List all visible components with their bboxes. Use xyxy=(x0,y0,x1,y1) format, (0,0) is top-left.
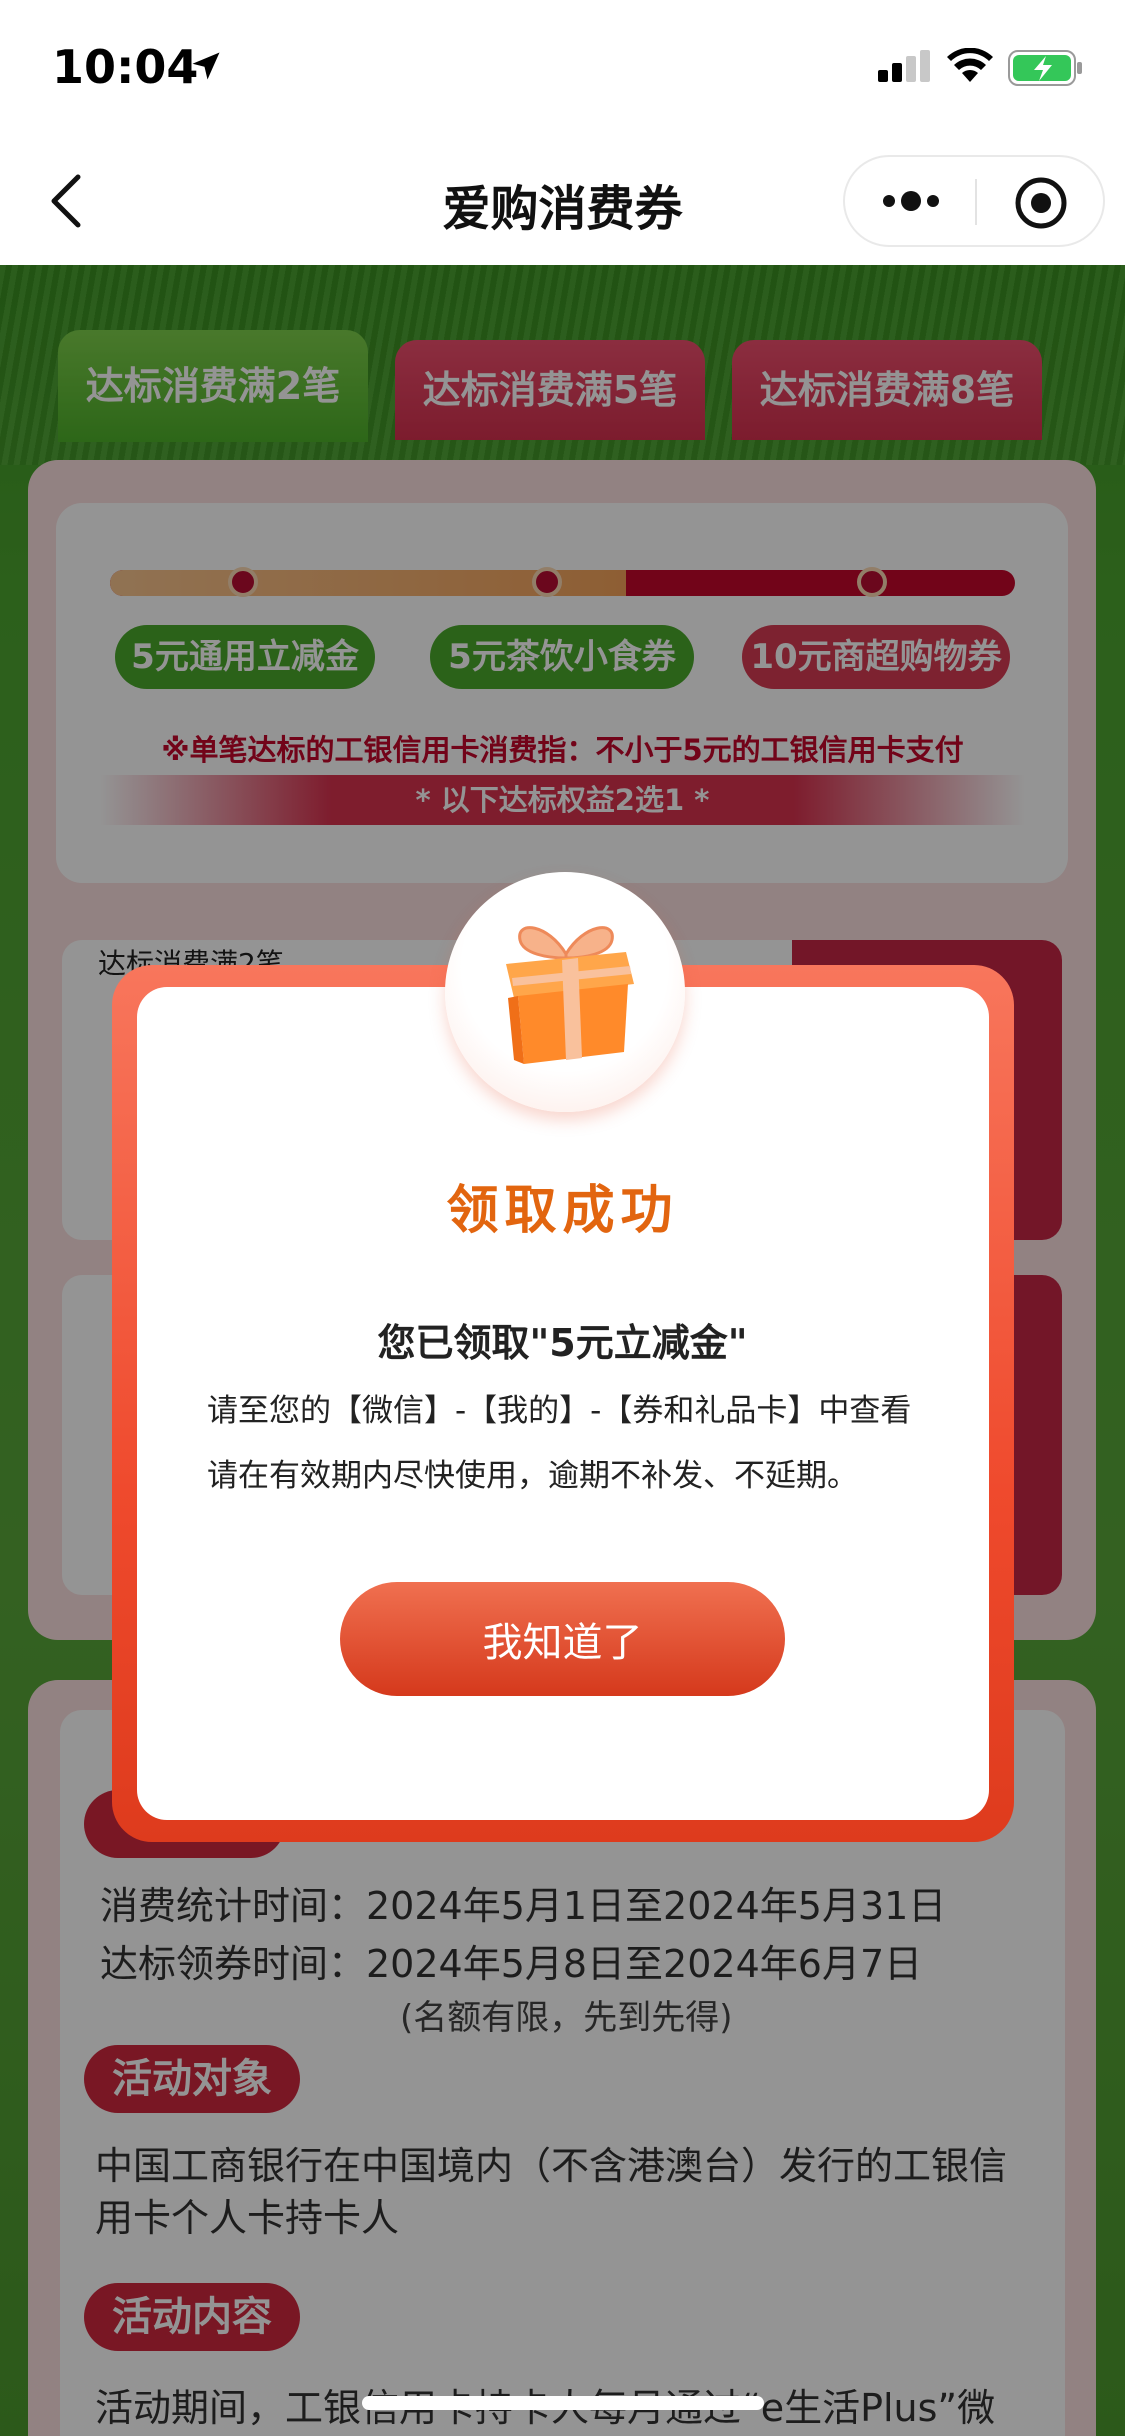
wifi-icon xyxy=(947,48,993,82)
mini-program-capsule xyxy=(843,155,1105,247)
cellular-signal-icon xyxy=(878,50,930,82)
capsule-divider xyxy=(975,179,977,225)
status-time: 10:04 xyxy=(52,40,199,94)
home-indicator[interactable] xyxy=(362,2396,764,2410)
claimed-message: 您已领取"5元立减金" xyxy=(377,1321,748,1365)
location-arrow-icon xyxy=(192,52,220,80)
modal-title: 领取成功 xyxy=(446,1181,679,1241)
battery-charging-icon xyxy=(1008,50,1082,86)
close-target-icon[interactable] xyxy=(1013,175,1069,231)
navigation-bar: 爱购消费券 xyxy=(0,135,1125,265)
expiry-notice: 请在有效期内尽快使用，逾期不补发、不延期。 xyxy=(207,1458,858,1494)
got-it-button[interactable]: 我知道了 xyxy=(340,1582,785,1696)
more-dots-icon[interactable] xyxy=(879,185,943,217)
status-bar: 10:04 xyxy=(0,0,1125,135)
view-instructions: 请至您的【微信】-【我的】-【券和礼品卡】中查看 xyxy=(207,1393,912,1429)
gift-box-icon xyxy=(506,926,634,1064)
